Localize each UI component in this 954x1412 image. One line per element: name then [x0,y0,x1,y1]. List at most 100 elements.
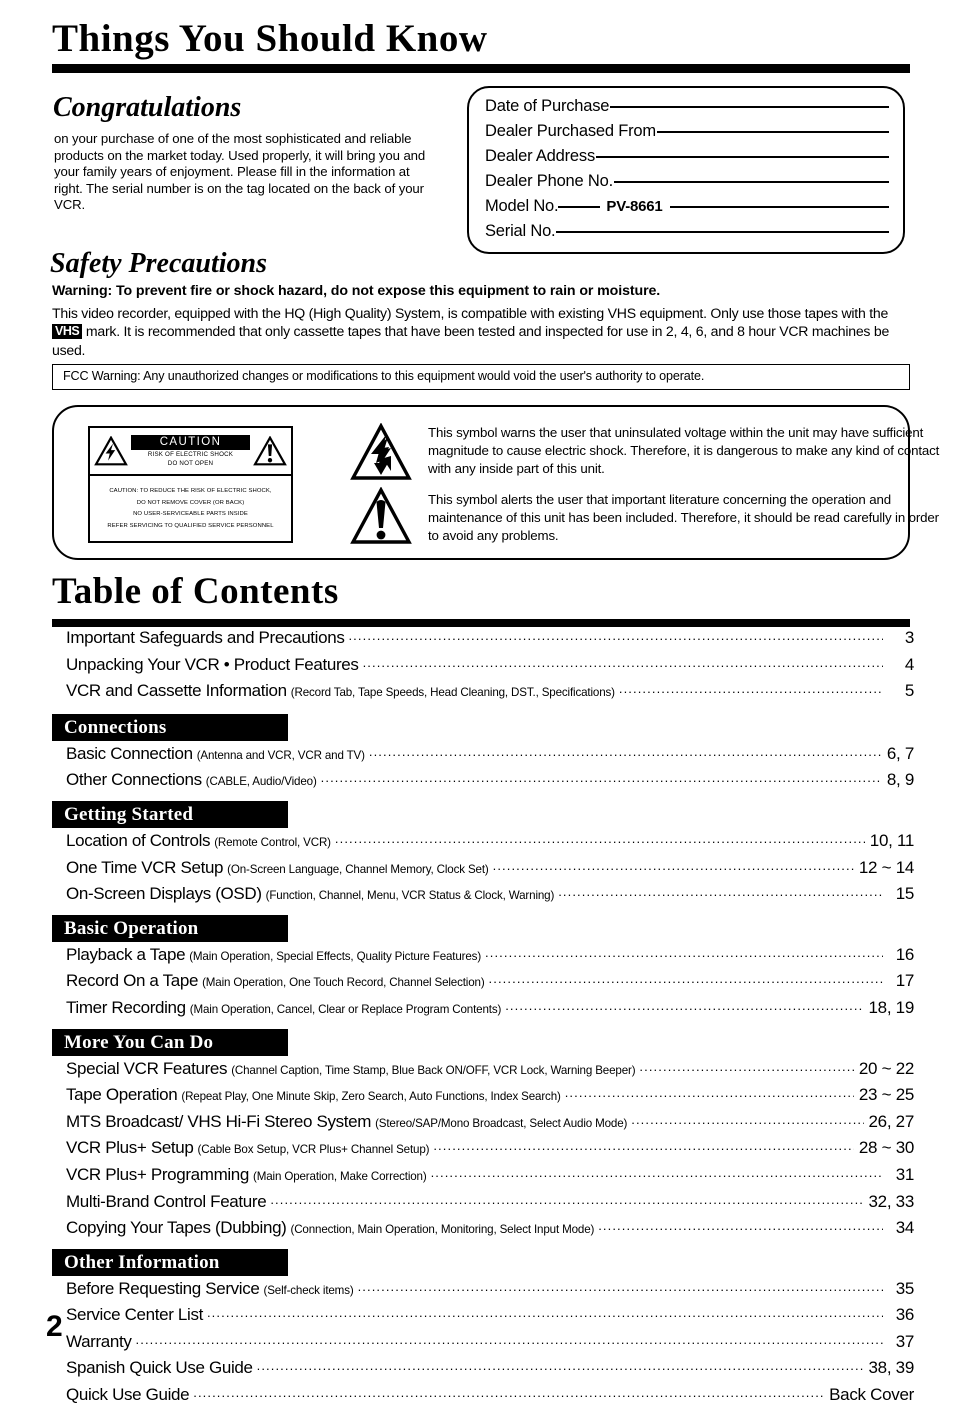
toc-entry-title: Multi-Brand Control Feature [66,1191,267,1211]
toc-entry-page: 6, 7 [886,743,914,763]
toc-entry[interactable]: Unpacking Your VCR • Product Features...… [52,655,914,682]
purchase-fill-dealer-address[interactable] [596,143,889,158]
toc-dot-leader: ........................................… [320,773,882,784]
safety-precautions-heading: Safety Precautions [50,248,267,279]
caution-product-label: CAUTION RISK OF ELECTRIC SHOCK DO NOT OP… [88,426,293,543]
toc-entry-title: Special VCR Features [66,1058,228,1078]
toc-entry-subtitle: (Cable Box Setup, VCR Plus+ Channel Setu… [197,1143,430,1157]
toc-dot-leader: ........................................… [488,974,883,985]
toc-entry-title: Location of Controls [66,830,211,850]
caution-subtitle-2: DO NOT OPEN [167,459,214,467]
toc-section-header: Basic Operation [52,914,288,942]
toc-entry[interactable]: Service Center List.....................… [52,1305,914,1332]
caution-symbols-box: CAUTION RISK OF ELECTRIC SHOCK DO NOT OP… [52,405,939,560]
caution-label-body: CAUTION: TO REDUCE THE RISK OF ELECTRIC … [90,476,291,542]
safety-warning-line: Warning: To prevent fire or shock hazard… [52,283,661,299]
toc-dot-leader: ........................................… [492,860,854,871]
purchase-label-dealer-from: Dealer Purchased From [485,122,656,140]
toc-entry-page: 37 [895,1331,915,1351]
toc-dot-leader: ........................................… [598,1221,883,1232]
model-number-value: PV-8661 [606,198,663,215]
caution-body-line-1: CAUTION: TO REDUCE THE RISK OF ELECTRIC … [109,488,272,494]
toc-section-header: Getting Started [52,800,288,828]
toc-entry[interactable]: Other Connections (CABLE, Audio/Video)...… [52,770,914,797]
purchase-fill-model-left [558,193,601,208]
toc-dot-leader: ........................................… [639,1061,853,1072]
toc-entry-page: 16 [895,944,915,964]
exclamation-symbol-description: This symbol alerts the user that importa… [428,492,939,544]
toc-entry-subtitle: (Main Operation, Special Effects, Qualit… [189,949,482,963]
toc-entry-title: Quick Use Guide [66,1385,190,1405]
toc-entry[interactable]: Spanish Quick Use Guide.................… [52,1358,914,1385]
toc-entry-subtitle: (On-Screen Language, Channel Memory, Clo… [227,862,489,876]
toc-entry[interactable]: VCR Plus+ Programming (Main Operation, Ma… [52,1165,914,1192]
toc-entry-page: Back Cover [829,1385,914,1405]
toc-section-header: More You Can Do [52,1028,288,1056]
purchase-fill-serial[interactable] [556,218,889,233]
toc-entry-page: 38, 39 [868,1358,915,1378]
caution-body-line-4: REFER SERVICING TO QUALIFIED SERVICE PER… [107,522,274,529]
toc-entry-page: 28 ~ 30 [858,1138,914,1158]
toc-entry[interactable]: MTS Broadcast/ VHS Hi-Fi Stereo System (S… [52,1112,914,1139]
toc-entry[interactable]: Special VCR Features (Channel Caption, Ti… [52,1059,914,1086]
table-of-contents-list: Important Safeguards and Precautions....… [52,628,914,1412]
lightning-bolt-symbol-icon [350,423,412,480]
lightning-bolt-triangle-icon [94,436,128,466]
toc-entry-page: 26, 27 [868,1111,915,1131]
toc-entry-page: 8, 9 [886,770,914,790]
toc-entry-page: 20 ~ 22 [858,1058,914,1078]
toc-entry[interactable]: Warranty................................… [52,1332,914,1359]
toc-entry[interactable]: One Time VCR Setup (On-Screen Language, C… [52,858,914,885]
toc-entry[interactable]: Location of Controls (Remote Control, VCR… [52,831,914,858]
toc-entry-subtitle: (Function, Channel, Menu, VCR Status & C… [265,889,555,903]
toc-entry-title: MTS Broadcast/ VHS Hi-Fi Stereo System [66,1111,372,1131]
caution-body-line-2: DO NOT REMOVE COVER (OR BACK) [136,499,245,506]
toc-entry-title: Record On a Tape [66,971,199,991]
purchase-fill-dealer-from[interactable] [656,118,889,133]
caution-title: CAUTION [131,434,250,450]
caution-label-center: CAUTION RISK OF ELECTRIC SHOCK DO NOT OP… [131,434,250,468]
toc-entry-page: 3 [904,628,914,647]
exclamation-symbol-icon [350,487,412,544]
congratulations-heading: Congratulations [53,92,242,123]
purchase-row-serial[interactable]: Serial No. [485,221,889,246]
toc-entry-title: VCR Plus+ Setup [66,1138,194,1158]
toc-entry[interactable]: Important Safeguards and Precautions....… [52,628,914,655]
toc-entry-title: Playback a Tape [66,944,186,964]
toc-dot-leader: ........................................… [631,1114,863,1125]
toc-entry[interactable]: Timer Recording (Main Operation, Cancel, … [52,998,914,1025]
toc-entry-title: Timer Recording [66,997,186,1017]
toc-entry[interactable]: Basic Connection (Antenna and VCR, VCR an… [52,744,914,771]
toc-entry-title: One Time VCR Setup [66,857,224,877]
toc-entry-page: 4 [904,654,914,674]
toc-entry-page: 5 [904,681,914,701]
toc-entry-title: Before Requesting Service [66,1278,260,1298]
purchase-label-model: Model No. [485,197,559,215]
toc-entry-title: Tape Operation [66,1085,178,1105]
caution-subtitle-1: RISK OF ELECTRIC SHOCK [147,450,234,458]
toc-entry[interactable]: Multi-Brand Control Feature.............… [52,1192,914,1219]
toc-entry-page: 35 [895,1278,915,1298]
toc-dot-leader: ........................................… [348,631,883,641]
toc-entry[interactable]: VCR and Cassette Information (Record Tab,… [52,681,914,708]
toc-dot-leader: ........................................… [558,887,883,898]
toc-entry[interactable]: Playback a Tape (Main Operation, Special … [52,945,914,972]
toc-entry[interactable]: Record On a Tape (Main Operation, One Tou… [52,971,914,998]
toc-dot-leader: ........................................… [270,1194,864,1205]
toc-entry-page: 32, 33 [868,1191,915,1211]
purchase-fill-date[interactable] [610,93,889,108]
toc-entry[interactable]: Quick Use Guide.........................… [52,1385,914,1412]
toc-entry[interactable]: Copying Your Tapes (Dubbing) (Connection,… [52,1218,914,1245]
toc-dot-leader: ........................................… [334,833,865,844]
toc-dot-leader: ........................................… [485,947,883,958]
toc-entry-subtitle: (Record Tab, Tape Speeds, Head Cleaning,… [290,686,615,700]
toc-entry[interactable]: On-Screen Displays (OSD) (Function, Chann… [52,884,914,911]
toc-entry[interactable]: VCR Plus+ Setup (Cable Box Setup, VCR Plu… [52,1138,914,1165]
toc-dot-leader: ........................................… [430,1167,883,1178]
safety-body-part1: This video recorder, equipped with the H… [52,305,889,321]
purchase-fill-dealer-phone[interactable] [613,168,889,183]
toc-entry-subtitle: (Antenna and VCR, VCR and TV) [196,748,365,762]
toc-entry[interactable]: Before Requesting Service (Self-check ite… [52,1279,914,1306]
toc-entry[interactable]: Tape Operation (Repeat Play, One Minute S… [52,1085,914,1112]
toc-entry-subtitle: (Remote Control, VCR) [214,835,331,849]
